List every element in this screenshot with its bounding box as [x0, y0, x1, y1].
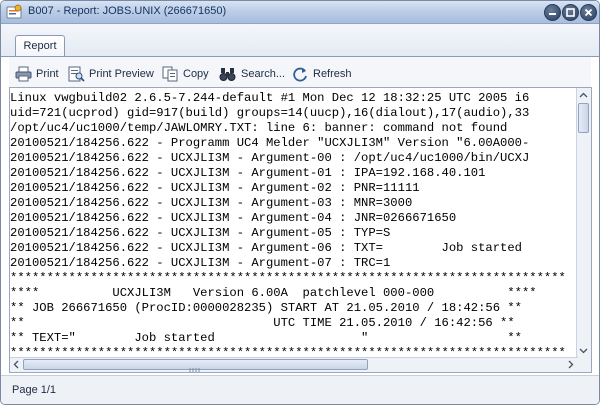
refresh-label: Refresh — [313, 68, 352, 80]
horizontal-scrollbar[interactable] — [10, 357, 578, 372]
report-line: ** TEXT=" Job started " ** — [10, 331, 522, 345]
page-indicator: Page 1/1 — [12, 384, 57, 396]
scroll-right-icon[interactable] — [564, 358, 577, 371]
report-line: 20100521/184256.622 - UCXJLI3M - Argumen… — [10, 241, 522, 255]
report-line: ****************************************… — [10, 271, 566, 285]
scroll-down-icon[interactable] — [577, 344, 590, 357]
vertical-scroll-thumb[interactable] — [578, 103, 589, 133]
refresh-button[interactable]: Refresh — [292, 65, 352, 83]
maximize-button[interactable] — [562, 4, 579, 21]
maximize-icon — [566, 8, 575, 17]
print-button[interactable]: Print — [15, 65, 59, 83]
refresh-icon — [293, 67, 307, 82]
printer-icon — [15, 66, 32, 82]
close-button[interactable] — [580, 4, 597, 21]
app-icon — [6, 4, 22, 19]
copy-icon — [162, 66, 178, 82]
report-line: 20100521/184256.622 - UCXJLI3M - Argumen… — [10, 151, 530, 165]
toolbar: Print Print Preview Copy Search... Refre… — [9, 57, 591, 87]
report-line: 20100521/184256.622 - UCXJLI3M - Argumen… — [10, 181, 420, 195]
search-label: Search... — [241, 68, 286, 80]
print-preview-button[interactable]: Print Preview — [68, 65, 154, 83]
report-text-area[interactable]: Linux vwgbuild02 2.6.5-7.244-default #1 … — [9, 87, 592, 373]
report-lines: Linux vwgbuild02 2.6.5-7.244-default #1 … — [10, 91, 578, 356]
title-bar[interactable]: B007 - Report: JOBS.UNIX (266671650) — [1, 1, 599, 24]
scroll-corner — [577, 358, 591, 372]
report-line: Linux vwgbuild02 2.6.5-7.244-default #1 … — [10, 91, 530, 105]
search-button[interactable]: Search... — [219, 65, 285, 83]
copy-label: Copy — [183, 68, 209, 80]
print-preview-icon — [68, 66, 85, 82]
minimize-button[interactable] — [544, 4, 561, 21]
tab-strip: Report — [1, 24, 599, 57]
report-line: 20100521/184256.622 - UCXJLI3M - Argumen… — [10, 226, 391, 240]
report-line: ** UTC TIME 21.05.2010 / 16:42:56 ** — [10, 316, 515, 330]
report-line: /opt/uc4/uc1000/temp/JAWLOMRY.TXT: line … — [10, 121, 508, 135]
tab-report[interactable]: Report — [15, 35, 65, 57]
report-line: **** UCXJLI3M Version 6.00A patchlevel 0… — [10, 286, 537, 300]
report-line: 20100521/184256.622 - UCXJLI3M - Argumen… — [10, 256, 391, 270]
scroll-up-icon[interactable] — [577, 89, 590, 102]
print-label: Print — [36, 68, 59, 80]
print-preview-label: Print Preview — [89, 68, 154, 80]
grip-icon — [189, 368, 200, 372]
window-title: B007 - Report: JOBS.UNIX (266671650) — [28, 5, 227, 17]
scroll-left-icon[interactable] — [10, 358, 23, 371]
report-line: ** JOB 266671650 (ProcID:0000028235) STA… — [10, 301, 522, 315]
horizontal-scroll-thumb[interactable] — [23, 359, 368, 372]
report-line: 20100521/184256.622 - UCXJLI3M - Argumen… — [10, 196, 413, 210]
report-window: B007 - Report: JOBS.UNIX (266671650) Rep… — [0, 0, 600, 405]
minimize-icon — [549, 13, 556, 15]
close-icon — [584, 8, 593, 17]
status-bar: Page 1/1 — [1, 375, 599, 404]
report-line: 20100521/184256.622 - Programm UC4 Melde… — [10, 136, 530, 150]
report-line: ****************************************… — [10, 346, 566, 356]
binoculars-icon — [219, 68, 236, 81]
copy-button[interactable]: Copy — [162, 65, 209, 83]
report-line: uid=721(ucprod) gid=917(build) groups=14… — [10, 106, 530, 120]
report-line: 20100521/184256.622 - UCXJLI3M - Argumen… — [10, 166, 486, 180]
report-line: 20100521/184256.622 - UCXJLI3M - Argumen… — [10, 211, 457, 225]
vertical-scrollbar[interactable] — [576, 88, 591, 358]
